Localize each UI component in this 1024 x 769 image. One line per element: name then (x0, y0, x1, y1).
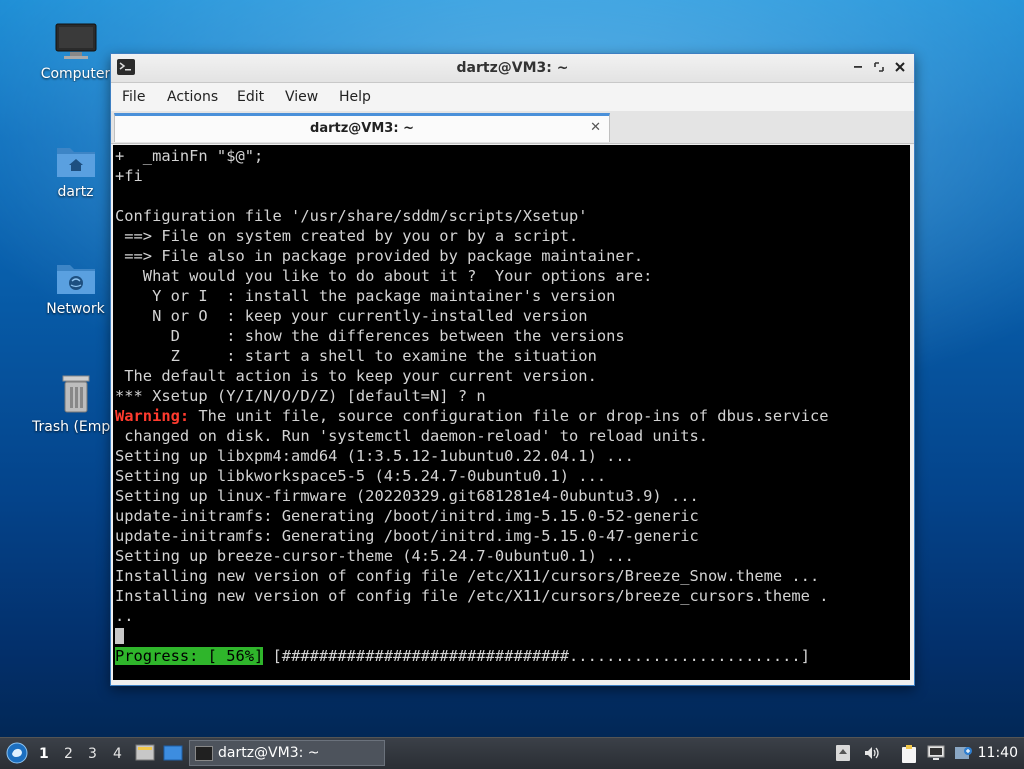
minimize-icon[interactable] (850, 59, 866, 75)
trash-icon (62, 375, 89, 413)
menu-file[interactable]: File (122, 89, 145, 105)
window-title: dartz@VM3: ~ (456, 60, 569, 76)
window-titlebar[interactable]: dartz@VM3: ~ (111, 54, 914, 83)
terminal-output[interactable]: + _mainFn "$@"; +fi Configuration file '… (113, 145, 910, 680)
network-status-icon[interactable] (926, 744, 946, 766)
menu-help[interactable]: Help (339, 89, 371, 105)
menu-bar: File Actions Edit View Help (111, 83, 914, 111)
progress-line: Progress: [ 56%] [######################… (115, 646, 910, 666)
terminal-line: update-initramfs: Generating /boot/initr… (115, 507, 699, 525)
menu-edit[interactable]: Edit (237, 89, 264, 105)
desktop-icon-label: Trash (Empty) (32, 419, 120, 435)
tab-bar: dartz@VM3: ~ ✕ (111, 111, 914, 144)
workspace-2[interactable]: 2 (64, 746, 73, 762)
terminal-line: Installing new version of config file /e… (115, 587, 829, 605)
terminal-line: Z : start a shell to examine the situati… (115, 347, 597, 365)
terminal-line: +fi (115, 167, 143, 185)
terminal-line: ==> File also in package provided by pac… (115, 247, 644, 265)
warning-line: Warning: The unit file, source configura… (115, 406, 910, 426)
terminal-line: update-initramfs: Generating /boot/initr… (115, 527, 699, 545)
terminal-line: Setting up libkworkspace5-5 (4:5.24.7-0u… (115, 467, 607, 485)
terminal-line: Installing new version of config file /e… (115, 567, 820, 585)
workspace-4[interactable]: 4 (113, 746, 122, 762)
taskbar: 1 2 3 4 dartz@VM3: ~ 11:40 (0, 737, 1024, 769)
warning-label: Warning: (115, 407, 190, 425)
terminal-line: Setting up libxpm4:amd64 (1:3.5.12-1ubun… (115, 447, 634, 465)
progress-bar: [###############################........… (263, 647, 810, 665)
terminal-icon (195, 746, 213, 761)
terminal-line: Y or I : install the package maintainer'… (115, 287, 616, 305)
taskbar-window-button[interactable]: dartz@VM3: ~ (189, 740, 385, 766)
show-desktop-icon[interactable] (162, 743, 184, 767)
computer-icon (55, 23, 96, 59)
volume-icon[interactable] (863, 744, 881, 766)
taskbar-window-label: dartz@VM3: ~ (218, 745, 320, 761)
tray-updates-icon[interactable] (834, 744, 852, 766)
terminal-line: What would you like to do about it ? You… (115, 267, 653, 285)
menu-actions[interactable]: Actions (167, 89, 218, 105)
warning-text: The unit file, source configuration file… (189, 407, 829, 425)
progress-label: Progress: [ 56%] (115, 647, 264, 665)
terminal-window: dartz@VM3: ~ File Actions Edit View Help… (110, 53, 915, 686)
home-folder-icon (56, 148, 95, 177)
file-manager-launcher-icon[interactable] (134, 743, 156, 767)
clock: 11:40 (977, 745, 1018, 761)
terminal-line: The default action is to keep your curre… (115, 367, 597, 385)
clipboard-icon[interactable] (899, 744, 919, 768)
app-menu-icon[interactable] (5, 741, 29, 765)
cursor-line (115, 626, 910, 646)
terminal-line: *** Xsetup (Y/I/N/O/D/Z) [default=N] ? n (115, 387, 486, 405)
close-icon[interactable] (892, 59, 908, 75)
terminal-line: N or O : keep your currently-installed v… (115, 307, 588, 325)
workspace-1[interactable]: 1 (39, 746, 49, 762)
terminal-line: D : show the differences between the ver… (115, 327, 625, 345)
terminal-line: .. (115, 607, 134, 625)
terminal-line: changed on disk. Run 'systemctl daemon-r… (115, 427, 709, 445)
terminal-line: Setting up linux-firmware (20220329.git6… (115, 487, 699, 505)
update-notifier-icon[interactable] (953, 744, 973, 768)
tab-close-icon[interactable]: ✕ (590, 120, 601, 135)
terminal-line: ==> File on system created by you or by … (115, 227, 579, 245)
terminal-line: Setting up breeze-cursor-theme (4:5.24.7… (115, 547, 634, 565)
menu-view[interactable]: View (285, 89, 318, 105)
terminal-lines: + _mainFn "$@"; +fi Configuration file '… (115, 146, 910, 666)
tab-terminal[interactable]: dartz@VM3: ~ ✕ (114, 113, 610, 142)
maximize-icon[interactable] (871, 59, 887, 75)
tab-label: dartz@VM3: ~ (310, 121, 414, 136)
workspace-3[interactable]: 3 (88, 746, 97, 762)
network-folder-icon (56, 265, 95, 294)
text-cursor (115, 628, 124, 644)
terminal-line: + _mainFn "$@"; (115, 147, 264, 165)
terminal-line: Configuration file '/usr/share/sddm/scri… (115, 207, 588, 225)
